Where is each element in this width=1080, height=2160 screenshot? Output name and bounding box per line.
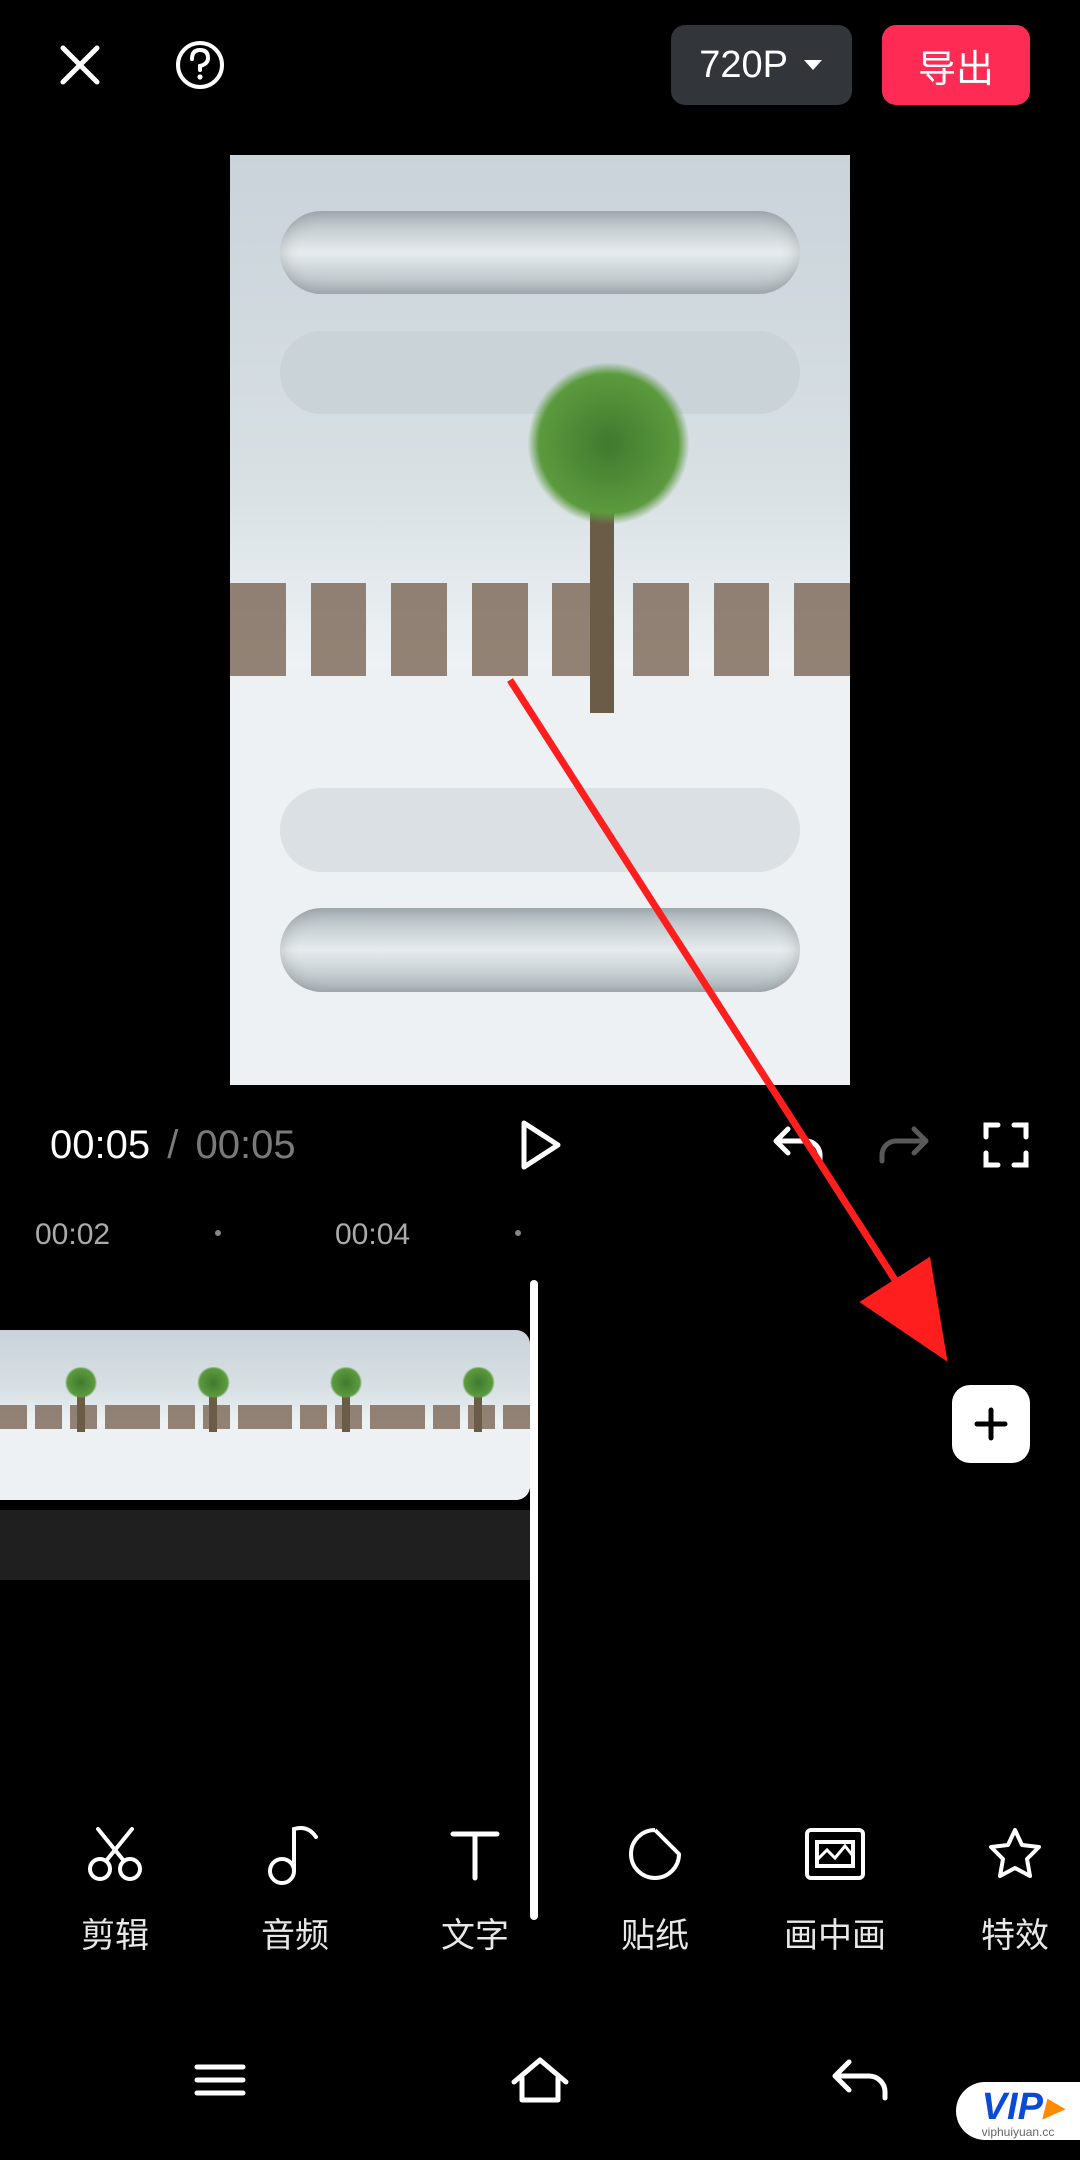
tool-label: 音频 xyxy=(205,1908,385,1957)
tool-label: 贴纸 xyxy=(565,1908,745,1957)
fullscreen-button[interactable] xyxy=(982,1121,1030,1169)
chevron-down-icon xyxy=(802,58,824,72)
preview-frame-image xyxy=(230,155,850,1085)
sticker-icon xyxy=(625,1824,685,1884)
menu-icon xyxy=(191,2059,249,2101)
ruler-tick: 00:04 xyxy=(335,1218,410,1252)
watermark-badge: VIP▸ viphuiyuan.cc xyxy=(956,2082,1080,2140)
nav-home-button[interactable] xyxy=(480,2040,600,2120)
ruler-tick: 00:02 xyxy=(35,1218,110,1252)
pip-icon xyxy=(803,1826,867,1882)
clip-thumbnail xyxy=(133,1330,266,1500)
help-button[interactable] xyxy=(170,35,230,95)
preview-area xyxy=(0,130,1080,1110)
tool-edit[interactable]: 剪辑 xyxy=(25,1814,205,1957)
home-icon xyxy=(508,2054,572,2106)
clip-thumbnail xyxy=(0,1330,133,1500)
back-icon xyxy=(829,2056,891,2104)
time-display: 00:05 / 00:05 xyxy=(50,1123,296,1168)
resolution-selector[interactable]: 720P xyxy=(671,25,852,105)
undo-icon xyxy=(770,1121,826,1169)
nav-recent-button[interactable] xyxy=(160,2040,280,2120)
watermark-url: viphuiyuan.cc xyxy=(982,2126,1062,2138)
scissors-icon xyxy=(84,1823,146,1885)
export-label: 导出 xyxy=(918,38,994,93)
current-time: 00:05 xyxy=(50,1123,150,1167)
clip-thumbnail xyxy=(265,1330,398,1500)
star-icon xyxy=(985,1824,1045,1884)
system-nav-bar xyxy=(0,2000,1080,2160)
redo-button[interactable] xyxy=(876,1121,932,1169)
fullscreen-icon xyxy=(982,1121,1030,1169)
export-button[interactable]: 导出 xyxy=(882,25,1030,105)
ruler-dot xyxy=(215,1230,221,1236)
tool-effects[interactable]: 特效 xyxy=(925,1814,1080,1957)
video-preview[interactable] xyxy=(230,155,850,1085)
text-t-icon xyxy=(447,1824,503,1884)
time-separator: / xyxy=(161,1123,184,1167)
tool-audio[interactable]: 音频 xyxy=(205,1814,385,1957)
tool-label: 剪辑 xyxy=(25,1908,205,1957)
resolution-label: 720P xyxy=(699,44,788,87)
tool-sticker[interactable]: 贴纸 xyxy=(565,1814,745,1957)
audio-track[interactable] xyxy=(0,1510,530,1580)
close-icon xyxy=(57,42,103,88)
watermark-text: VIP xyxy=(982,2086,1043,2128)
tool-label: 文字 xyxy=(385,1908,565,1957)
music-note-icon xyxy=(266,1821,324,1887)
ruler-dot xyxy=(515,1230,521,1236)
clip-thumbnail xyxy=(398,1330,531,1500)
total-duration: 00:05 xyxy=(195,1123,295,1167)
plus-icon xyxy=(971,1404,1011,1444)
add-clip-button[interactable] xyxy=(952,1385,1030,1463)
playback-bar: 00:05 / 00:05 xyxy=(0,1090,1080,1200)
redo-icon xyxy=(876,1121,932,1169)
help-icon xyxy=(174,39,226,91)
video-clip[interactable] xyxy=(0,1330,530,1500)
timeline-ruler[interactable]: 00:02 00:04 xyxy=(0,1200,1080,1270)
undo-button[interactable] xyxy=(770,1121,826,1169)
play-button[interactable] xyxy=(518,1119,562,1171)
play-icon xyxy=(518,1119,562,1171)
bottom-toolbar: 剪辑 音频 文字 贴纸 画中画 特效 xyxy=(0,1785,1080,1985)
close-button[interactable] xyxy=(50,35,110,95)
header-bar: 720P 导出 xyxy=(0,0,1080,130)
nav-back-button[interactable] xyxy=(800,2040,920,2120)
tool-pip[interactable]: 画中画 xyxy=(745,1814,925,1957)
tool-text[interactable]: 文字 xyxy=(385,1814,565,1957)
tool-label: 画中画 xyxy=(745,1908,925,1957)
tool-label: 特效 xyxy=(925,1908,1080,1957)
